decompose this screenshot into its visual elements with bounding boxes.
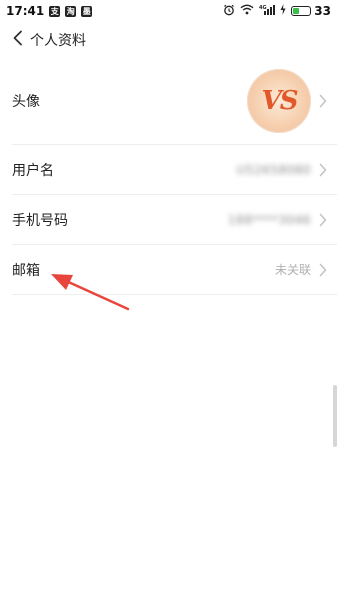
wifi-icon bbox=[240, 4, 254, 18]
row-avatar[interactable]: 头像 VS bbox=[12, 58, 337, 145]
battery-indicator: 33 bbox=[291, 4, 331, 18]
chevron-left-icon bbox=[12, 30, 24, 50]
email-label: 邮箱 bbox=[12, 262, 40, 279]
signal-icon: 4G bbox=[259, 4, 276, 18]
avatar[interactable]: VS bbox=[247, 69, 311, 133]
email-value: 未关联 bbox=[274, 263, 311, 277]
email-row-right: 未关联 bbox=[275, 261, 329, 278]
battery-icon bbox=[291, 6, 312, 16]
phone-row-right: 188****3046 bbox=[228, 213, 329, 227]
chevron-right-icon bbox=[317, 94, 329, 108]
charging-icon bbox=[280, 4, 286, 18]
avatar-row-right: VS bbox=[247, 69, 329, 133]
notification-app-icon: 支 bbox=[49, 5, 61, 17]
nav-bar: 个人资料 bbox=[0, 22, 337, 58]
scrollbar-thumb[interactable] bbox=[333, 385, 337, 447]
row-username[interactable]: 用户名 U52658080 bbox=[12, 145, 337, 195]
alarm-icon bbox=[223, 4, 235, 19]
chevron-right-icon bbox=[317, 163, 329, 177]
username-value: U52658080 bbox=[236, 162, 311, 177]
status-left: 17:41 支 淘 墨 bbox=[6, 4, 93, 18]
phone-label: 手机号码 bbox=[12, 212, 68, 229]
profile-list: 头像 VS 用户名 U52658080 手机号码 188****3046 邮箱 bbox=[0, 58, 337, 295]
status-right: 4G 33 bbox=[223, 4, 331, 19]
svg-text:4G: 4G bbox=[259, 5, 267, 11]
row-phone[interactable]: 手机号码 188****3046 bbox=[12, 195, 337, 245]
username-row-right: U52658080 bbox=[237, 163, 329, 177]
battery-level-fill bbox=[293, 8, 300, 14]
chevron-right-icon bbox=[317, 263, 329, 277]
battery-percent: 33 bbox=[314, 4, 331, 18]
notification-app-icon: 淘 bbox=[65, 5, 77, 17]
page-title: 个人资料 bbox=[30, 33, 86, 49]
notification-app-icon: 墨 bbox=[81, 5, 93, 17]
phone-value: 188****3046 bbox=[228, 212, 311, 227]
avatar-label: 头像 bbox=[12, 94, 40, 110]
status-time: 17:41 bbox=[6, 4, 45, 18]
row-email[interactable]: 邮箱 未关联 bbox=[12, 245, 337, 295]
chevron-right-icon bbox=[317, 213, 329, 227]
username-label: 用户名 bbox=[12, 162, 54, 179]
status-bar: 17:41 支 淘 墨 4G 33 bbox=[0, 0, 337, 22]
